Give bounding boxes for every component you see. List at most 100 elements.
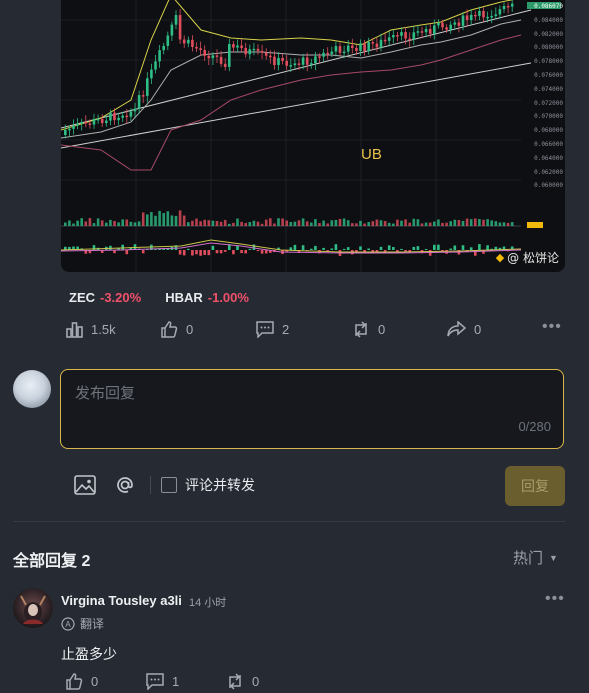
price-axis-label: 0.072000 (534, 99, 563, 107)
volume-bar (72, 223, 75, 226)
volume-bar (408, 222, 411, 226)
candle-body (68, 128, 71, 131)
volume-bar (166, 211, 170, 226)
candle-body (215, 55, 219, 57)
candle-body (322, 52, 325, 57)
translate-icon: A (61, 616, 75, 631)
price-axis-label: 0.084000 (534, 16, 563, 24)
volume-bar (375, 219, 379, 226)
candle-body (273, 56, 276, 66)
candle-body (338, 46, 342, 53)
candlestick-chart-graphic (61, 0, 561, 272)
comment-replies-count: 1 (172, 674, 180, 689)
ticker-hbar[interactable]: HBAR -1.00% (165, 290, 249, 305)
indicator-bar (478, 244, 481, 250)
volume-bar (334, 219, 338, 226)
ticker-list: ZEC -3.20% HBAR -1.00% (69, 290, 249, 305)
repost-checkbox-label[interactable]: 评论并转发 (185, 475, 255, 495)
candle-body (113, 112, 116, 121)
volume-bar (113, 221, 116, 226)
volume-bar (400, 220, 403, 226)
sort-label: 热门 (513, 550, 544, 567)
chart-watermark: ◆ @ 松饼论 (496, 249, 559, 266)
candle-body (474, 14, 477, 17)
volume-bar (264, 219, 268, 226)
candle-body (100, 118, 104, 124)
repost-checkbox[interactable] (161, 477, 177, 493)
indicator-bar (264, 250, 268, 254)
candle-body (453, 22, 457, 25)
volume-bar (453, 219, 457, 226)
thumbs-up-icon (66, 673, 83, 690)
indicator-bar (240, 250, 243, 254)
watermark-text: @ 松饼论 (507, 251, 559, 265)
repost-button[interactable]: 0 (352, 321, 385, 338)
bar-chart-icon (66, 322, 83, 338)
comment-author[interactable]: Virgina Tousley a3li (61, 593, 182, 608)
translate-button[interactable]: A 翻译 (61, 615, 104, 632)
volume-bar (207, 220, 211, 226)
comment-button[interactable]: 2 (256, 321, 289, 338)
volume-bar (154, 215, 157, 226)
volume-bar (355, 223, 358, 226)
candle-body (285, 60, 288, 66)
candle-body (277, 57, 280, 66)
reply-composer[interactable]: 0/280 (60, 369, 564, 449)
share-button[interactable]: 0 (447, 321, 481, 338)
indicator-bar (125, 250, 129, 255)
comment-reply-button[interactable]: 1 (146, 673, 179, 690)
price-axis-label: 0.068000 (534, 127, 563, 135)
more-options-icon[interactable]: ••• (542, 318, 562, 336)
volume-bar (359, 220, 362, 226)
candle-body (371, 42, 375, 44)
volume-bar (318, 223, 321, 226)
views-button[interactable]: 1.5k (66, 321, 116, 338)
indicator-bar (207, 250, 211, 256)
candle-body (252, 48, 256, 51)
mention-icon[interactable] (114, 474, 136, 496)
reply-input[interactable] (73, 380, 547, 414)
indicator-bar (256, 250, 260, 252)
candle-body (121, 115, 124, 118)
volume-bar (219, 221, 223, 226)
indicator-bar (260, 250, 264, 254)
volume-bar (146, 214, 149, 226)
candle-body (232, 44, 235, 48)
avatar[interactable] (13, 370, 51, 408)
indicator-bar (178, 250, 182, 255)
chart-image[interactable]: UB ◆ @ 松饼论 0.086070 0.084000 0.082000 0.080… (61, 0, 565, 272)
indicator-bar (387, 245, 391, 250)
volume-bar (162, 213, 165, 226)
caret-down-icon: ▼ (549, 552, 558, 563)
comment-like-button[interactable]: 0 (66, 673, 98, 690)
candle-body (174, 15, 178, 25)
candle-body (158, 50, 161, 62)
indicator-bar (334, 244, 338, 250)
volume-bar (191, 220, 194, 226)
candle-body (310, 63, 313, 65)
like-button[interactable]: 0 (161, 321, 193, 338)
indicator-bar (412, 246, 416, 250)
candle-body (469, 14, 473, 21)
candle-body (449, 24, 452, 30)
sort-dropdown[interactable]: 热门 ▼ (513, 547, 558, 568)
comment-repost-button[interactable]: 0 (226, 673, 259, 690)
ticker-zec[interactable]: ZEC -3.20% (69, 290, 141, 305)
volume-bar (158, 210, 161, 226)
indicator-bar (314, 245, 317, 250)
volume-bar (150, 212, 153, 226)
image-upload-icon[interactable] (74, 474, 96, 496)
commenter-avatar[interactable] (13, 588, 53, 628)
candle-body (195, 47, 198, 49)
reply-submit-button[interactable]: 回复 (505, 466, 565, 506)
volume-bar (363, 223, 366, 226)
candle-body (392, 35, 395, 38)
volume-bar (285, 220, 288, 226)
volume-bar (68, 220, 71, 226)
indicator-bar (359, 246, 362, 250)
indicator-bar (310, 248, 313, 250)
volume-bar (486, 219, 489, 226)
volume-bar (441, 222, 444, 226)
comment-more-options-icon[interactable]: ••• (545, 590, 565, 608)
volume-bar (203, 219, 206, 226)
